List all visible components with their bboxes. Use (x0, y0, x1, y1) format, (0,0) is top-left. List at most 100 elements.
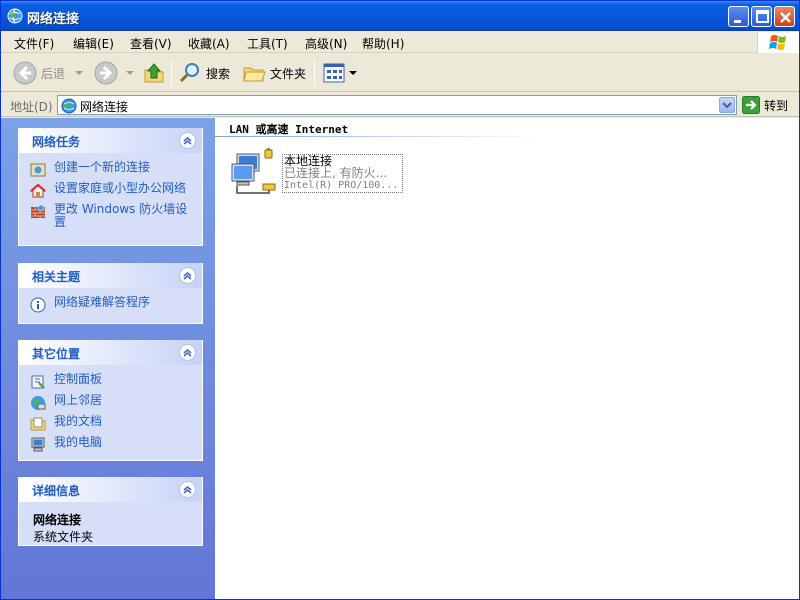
folder-icon (243, 67, 266, 82)
go-button[interactable]: 转到 (742, 96, 788, 114)
place-label: 网上邻居 (54, 393, 103, 407)
other-places-box: 其它位置 控制面板 网上邻居 我的文档 我的电脑 (18, 340, 203, 461)
address-dropdown-button[interactable] (719, 97, 735, 113)
group-header: LAN 或高速 Internet (229, 123, 349, 136)
network-globe-icon (7, 8, 23, 24)
new-connection-icon (30, 163, 46, 177)
details-name: 网络连接 (33, 513, 82, 527)
folders-button[interactable]: 文件夹 (242, 58, 306, 88)
menu-file[interactable]: 文件(F) (14, 35, 54, 52)
task-create-connection[interactable]: 创建一个新的连接 (30, 161, 194, 178)
task-label: 更改 Windows 防火墙设置 (54, 202, 188, 229)
my-computer-icon (31, 437, 45, 452)
related-topics-header[interactable]: 相关主题 (19, 263, 202, 288)
chevron-up-double-icon (183, 486, 192, 494)
network-places-icon (31, 396, 46, 410)
place-network-neighborhood[interactable]: 网上邻居 (30, 394, 194, 411)
other-places-header[interactable]: 其它位置 (19, 340, 202, 365)
lan-connection-icon (231, 148, 276, 194)
details-type: 系统文件夹 (33, 530, 94, 544)
place-label: 我的文档 (54, 414, 103, 428)
back-arrow-icon (13, 61, 37, 85)
up-folder-button[interactable] (142, 58, 166, 88)
network-tasks-title: 网络任务 (32, 135, 81, 149)
details-header[interactable]: 详细信息 (19, 477, 202, 502)
chevron-down-icon (722, 102, 732, 109)
place-label: 我的电脑 (54, 435, 103, 449)
home-network-icon (30, 183, 46, 198)
close-icon (780, 12, 791, 23)
related-topics-title: 相关主题 (32, 270, 81, 284)
network-tasks-box: 网络任务 创建一个新的连接 设置家庭或小型办公网络 更改 Windows 防火墙… (18, 128, 203, 246)
window-title: 网络连接 (27, 12, 80, 27)
address-input[interactable]: 网络连接 (57, 95, 737, 115)
task-label: 创建一个新的连接 (54, 160, 151, 174)
network-tasks-header[interactable]: 网络任务 (19, 128, 202, 153)
go-arrow-icon (742, 96, 760, 114)
network-globe-icon (61, 98, 77, 114)
control-panel-icon (31, 375, 45, 389)
local-connection-item[interactable]: 本地连接 已连接上, 有防火... Intel(R) PRO/100... (229, 148, 405, 196)
menu-bar: 文件(F) 编辑(E) 查看(V) 收藏(A) 工具(T) 高级(N) 帮助(H… (1, 32, 799, 53)
content-area[interactable]: LAN 或高速 Internet 本地连接 已连接上, 有防火... Intel… (215, 118, 799, 599)
menu-edit[interactable]: 编辑(E) (73, 35, 114, 52)
details-box: 详细信息 网络连接 系统文件夹 (18, 477, 203, 546)
place-control-panel[interactable]: 控制面板 (30, 373, 194, 390)
address-bar: 地址(D) 网络连接 转到 (1, 93, 799, 117)
menu-favorites[interactable]: 收藏(A) (188, 35, 230, 52)
firewall-icon (31, 204, 45, 218)
windows-logo-icon (757, 32, 799, 53)
chevron-up-double-icon (183, 349, 192, 357)
task-firewall-settings[interactable]: 更改 Windows 防火墙设置 (30, 203, 194, 229)
group-divider (215, 136, 545, 137)
close-button[interactable] (774, 6, 795, 27)
search-icon (179, 63, 199, 83)
back-label: 后退 (41, 66, 66, 81)
other-places-title: 其它位置 (32, 347, 81, 361)
chevron-down-icon (126, 71, 134, 75)
address-label: 地址(D) (10, 100, 53, 114)
maximize-button[interactable] (751, 6, 772, 27)
place-my-documents[interactable]: 我的文档 (30, 415, 194, 432)
forward-button[interactable] (94, 58, 136, 88)
toolbar-separator (171, 60, 172, 86)
go-label: 转到 (764, 98, 789, 113)
title-bar[interactable]: 网络连接 (1, 1, 799, 31)
chevron-down-icon (349, 71, 357, 75)
views-grid-icon (323, 63, 345, 83)
connection-label-box: 本地连接 已连接上, 有防火... Intel(R) PRO/100... (282, 154, 403, 193)
folders-label: 文件夹 (270, 66, 307, 81)
task-network-troubleshooter[interactable]: 网络疑难解答程序 (30, 296, 194, 313)
info-icon (30, 297, 46, 313)
details-title: 详细信息 (32, 484, 81, 498)
place-my-computer[interactable]: 我的电脑 (30, 436, 194, 453)
chevron-down-icon (75, 71, 84, 75)
task-label: 设置家庭或小型办公网络 (54, 181, 187, 195)
views-button[interactable] (322, 58, 358, 88)
minimize-icon (734, 20, 741, 23)
search-label: 搜索 (206, 66, 231, 81)
collapse-button[interactable] (179, 132, 196, 149)
place-label: 控制面板 (54, 372, 103, 386)
connection-device: Intel(R) PRO/100... (284, 180, 399, 191)
collapse-button[interactable] (179, 481, 196, 498)
task-setup-home-network[interactable]: 设置家庭或小型办公网络 (30, 182, 194, 199)
toolbar: 后退 搜索 文件夹 (1, 54, 799, 92)
forward-arrow-icon (94, 61, 118, 85)
menu-view[interactable]: 查看(V) (130, 35, 172, 52)
back-button[interactable]: 后退 (13, 58, 85, 88)
menu-tools[interactable]: 工具(T) (247, 35, 288, 52)
explorer-window: 网络连接 文件(F) 编辑(E) 查看(V) 收藏(A) 工具(T) 高级(N)… (0, 0, 800, 600)
minimize-button[interactable] (728, 6, 749, 27)
related-topics-box: 相关主题 网络疑难解答程序 (18, 263, 203, 324)
chevron-up-double-icon (183, 137, 192, 145)
task-label: 网络疑难解答程序 (54, 295, 151, 309)
menu-advanced[interactable]: 高级(N) (305, 35, 347, 52)
toolbar-separator (314, 60, 315, 86)
task-pane: 网络任务 创建一个新的连接 设置家庭或小型办公网络 更改 Windows 防火墙… (1, 118, 215, 599)
menu-help[interactable]: 帮助(H) (362, 35, 404, 52)
maximize-icon (756, 10, 769, 23)
search-button[interactable]: 搜索 (178, 58, 230, 88)
collapse-button[interactable] (179, 344, 196, 361)
collapse-button[interactable] (179, 267, 196, 284)
